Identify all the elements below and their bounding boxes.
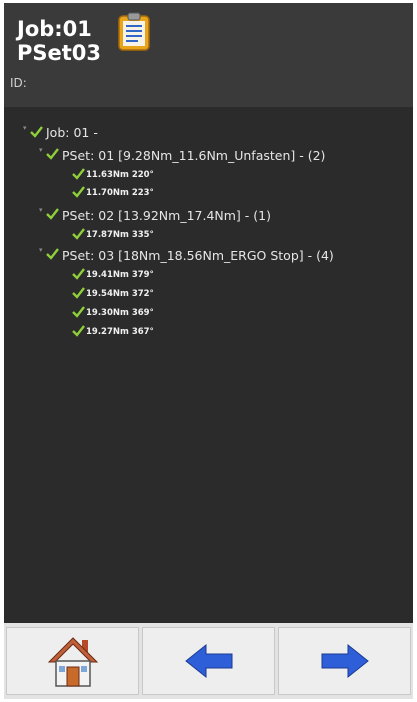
job-title: Job:01 (17, 17, 92, 41)
checkmark-icon (72, 186, 85, 198)
arrow-right-icon (321, 643, 369, 679)
collapse-icon[interactable]: ▾ (39, 146, 43, 154)
checkmark-icon (30, 126, 43, 138)
tree-result-item[interactable]: 19.30Nm 369° (86, 304, 154, 322)
checkmark-icon (46, 248, 59, 260)
tree-pset-label[interactable]: PSet: 02 [13.92Nm_17.4Nm] - (1) (62, 207, 271, 225)
tree-result-item[interactable]: 19.41Nm 379° (86, 266, 154, 284)
clipboard-icon[interactable] (116, 11, 152, 51)
tree-result-item[interactable]: 19.54Nm 372° (86, 285, 154, 303)
checkmark-icon (72, 306, 85, 318)
checkmark-icon (72, 268, 85, 280)
tree-result-item[interactable]: 17.87Nm 335° (86, 226, 154, 244)
tree-pset-label[interactable]: PSet: 03 [18Nm_18.56Nm_ERGO Stop] - (4) (62, 247, 334, 265)
checkmark-icon (46, 208, 59, 220)
checkmark-icon (72, 168, 85, 180)
id-label: ID: (10, 76, 27, 90)
collapse-icon[interactable]: ▾ (39, 246, 43, 254)
tree-job-label[interactable]: Job: 01 - (46, 124, 98, 142)
header: Job:01 PSet03 ID: (4, 3, 413, 107)
collapse-icon[interactable]: ▾ (39, 206, 43, 214)
screen: Job:01 PSet03 ID: ▾ Job: 01 - ▾ PSet: 01… (4, 3, 413, 699)
tree-result-item[interactable]: 19.27Nm 367° (86, 323, 154, 341)
home-icon (47, 637, 98, 687)
checkmark-icon (72, 325, 85, 337)
collapse-icon[interactable]: ▾ (23, 124, 27, 132)
checkmark-icon (72, 228, 85, 240)
job-tree: ▾ Job: 01 - ▾ PSet: 01 [9.28Nm_11.6Nm_Un… (4, 107, 413, 623)
next-button[interactable] (278, 627, 411, 695)
tree-result-item[interactable]: 11.63Nm 220° (86, 166, 154, 184)
checkmark-icon (72, 287, 85, 299)
tree-pset-label[interactable]: PSet: 01 [9.28Nm_11.6Nm_Unfasten] - (2) (62, 147, 325, 165)
bottom-nav-bar (4, 623, 413, 699)
previous-button[interactable] (142, 627, 275, 695)
arrow-left-icon (184, 643, 232, 679)
tree-result-item[interactable]: 11.70Nm 223° (86, 184, 154, 202)
home-button[interactable] (6, 627, 139, 695)
pset-title: PSet03 (17, 41, 102, 65)
checkmark-icon (46, 148, 59, 160)
